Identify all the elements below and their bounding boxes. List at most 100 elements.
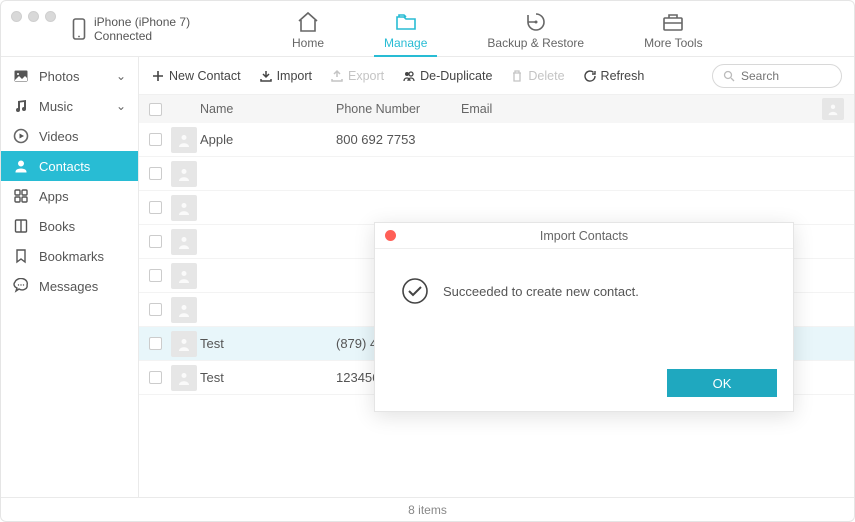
cell-name: Test xyxy=(196,336,336,351)
dedup-icon xyxy=(402,69,416,83)
check-circle-icon xyxy=(401,277,429,305)
deduplicate-button[interactable]: De-Duplicate xyxy=(402,69,492,83)
row-checkbox[interactable] xyxy=(149,371,162,384)
table-header: Name Phone Number Email xyxy=(139,95,854,123)
plus-icon xyxy=(151,69,165,83)
nav-backup[interactable]: Backup & Restore xyxy=(477,1,594,56)
toolbar-label: De-Duplicate xyxy=(420,69,492,83)
avatar-icon xyxy=(171,229,197,255)
search-icon xyxy=(723,70,735,82)
dialog-title: Import Contacts xyxy=(540,229,628,243)
avatar-icon xyxy=(171,161,197,187)
trash-icon xyxy=(510,69,524,83)
toolbar-label: New Contact xyxy=(169,69,241,83)
status-bar: 8 items xyxy=(1,497,854,521)
nav-backup-label: Backup & Restore xyxy=(487,36,584,56)
sidebar-item-messages[interactable]: Messages xyxy=(1,271,138,301)
nav-home-label: Home xyxy=(292,36,324,56)
avatar-icon xyxy=(171,297,197,323)
minimize-dot[interactable] xyxy=(28,11,39,22)
books-icon xyxy=(13,218,29,234)
column-name[interactable]: Name xyxy=(196,102,336,116)
row-checkbox[interactable] xyxy=(149,201,162,214)
export-icon xyxy=(330,69,344,83)
import-contacts-dialog: Import Contacts Succeeded to create new … xyxy=(374,222,794,412)
row-checkbox[interactable] xyxy=(149,269,162,282)
toolbar-label: Export xyxy=(348,69,384,83)
nav-manage-label: Manage xyxy=(384,36,427,56)
row-checkbox[interactable] xyxy=(149,337,162,350)
chevron-down-icon: ⌄ xyxy=(116,99,126,113)
toolbar-label: Delete xyxy=(528,69,564,83)
column-phone[interactable]: Phone Number xyxy=(336,102,461,116)
nav-home[interactable]: Home xyxy=(282,1,334,56)
dialog-close-button[interactable] xyxy=(385,230,396,241)
phone-icon xyxy=(72,18,86,40)
export-button: Export xyxy=(330,69,384,83)
cell-name: Test xyxy=(196,370,336,385)
delete-button: Delete xyxy=(510,69,564,83)
bookmarks-icon xyxy=(13,248,29,264)
column-email[interactable]: Email xyxy=(461,102,822,116)
nav-tools[interactable]: More Tools xyxy=(634,1,712,56)
close-dot[interactable] xyxy=(11,11,22,22)
dialog-title-bar: Import Contacts xyxy=(375,223,793,249)
photos-icon xyxy=(13,68,29,84)
sidebar-label: Bookmarks xyxy=(39,249,104,264)
table-row[interactable] xyxy=(139,157,854,191)
row-checkbox[interactable] xyxy=(149,235,162,248)
sidebar-item-music[interactable]: Music ⌄ xyxy=(1,91,138,121)
chevron-down-icon: ⌄ xyxy=(116,69,126,83)
toolbar: New Contact Import Export De-Duplicate D… xyxy=(139,57,854,95)
dialog-message: Succeeded to create new contact. xyxy=(443,284,639,299)
zoom-dot[interactable] xyxy=(45,11,56,22)
contacts-icon xyxy=(13,158,29,174)
dialog-ok-button[interactable]: OK xyxy=(667,369,777,397)
sidebar-item-books[interactable]: Books xyxy=(1,211,138,241)
search-input[interactable] xyxy=(741,69,821,83)
sidebar-label: Videos xyxy=(39,129,79,144)
select-all-checkbox[interactable] xyxy=(149,103,162,116)
sidebar: Photos ⌄ Music ⌄ Videos Contacts Apps Bo… xyxy=(1,57,139,497)
restore-icon xyxy=(524,10,548,34)
toolbar-label: Import xyxy=(277,69,312,83)
apps-icon xyxy=(13,188,29,204)
search-box[interactable] xyxy=(712,64,842,88)
refresh-button[interactable]: Refresh xyxy=(583,69,645,83)
messages-icon xyxy=(13,278,29,294)
avatar-icon xyxy=(171,365,197,391)
cell-name: Apple xyxy=(196,132,336,147)
row-checkbox[interactable] xyxy=(149,303,162,316)
sidebar-item-videos[interactable]: Videos xyxy=(1,121,138,151)
item-count: 8 items xyxy=(408,503,447,517)
table-row[interactable]: Apple800 692 7753 xyxy=(139,123,854,157)
row-checkbox[interactable] xyxy=(149,133,162,146)
window-controls[interactable] xyxy=(11,11,56,22)
avatar-icon xyxy=(171,127,197,153)
sidebar-label: Apps xyxy=(39,189,69,204)
nav-manage[interactable]: Manage xyxy=(374,1,437,56)
sidebar-item-apps[interactable]: Apps xyxy=(1,181,138,211)
sidebar-item-bookmarks[interactable]: Bookmarks xyxy=(1,241,138,271)
sidebar-label: Books xyxy=(39,219,75,234)
avatar-icon xyxy=(171,263,197,289)
new-contact-button[interactable]: New Contact xyxy=(151,69,241,83)
toolbar-label: Refresh xyxy=(601,69,645,83)
import-button[interactable]: Import xyxy=(259,69,312,83)
folder-icon xyxy=(394,10,418,34)
avatar-icon xyxy=(171,331,197,357)
sidebar-label: Photos xyxy=(39,69,79,84)
import-icon xyxy=(259,69,273,83)
sidebar-label: Music xyxy=(39,99,73,114)
contact-preview-avatar xyxy=(822,98,844,120)
home-icon xyxy=(296,10,320,34)
sidebar-item-photos[interactable]: Photos ⌄ xyxy=(1,61,138,91)
sidebar-item-contacts[interactable]: Contacts xyxy=(1,151,138,181)
table-row[interactable] xyxy=(139,191,854,225)
sidebar-label: Messages xyxy=(39,279,98,294)
device-status: Connected xyxy=(94,29,190,43)
device-info: iPhone (iPhone 7) Connected xyxy=(72,15,232,43)
toolbox-icon xyxy=(661,10,685,34)
avatar-icon xyxy=(171,195,197,221)
row-checkbox[interactable] xyxy=(149,167,162,180)
